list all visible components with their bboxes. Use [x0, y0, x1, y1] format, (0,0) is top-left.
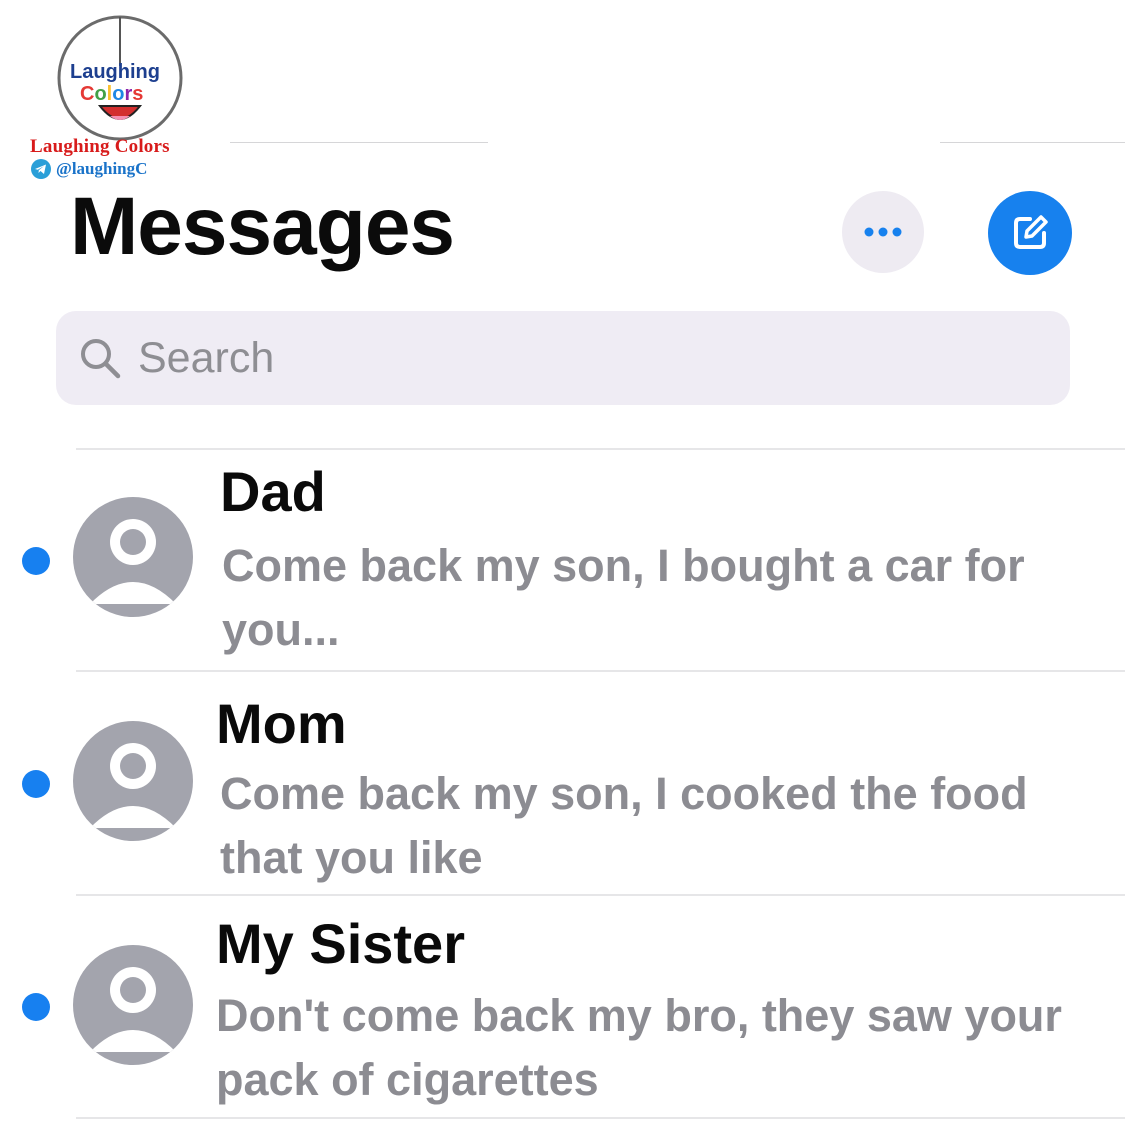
unread-indicator	[22, 993, 50, 1021]
telegram-icon	[31, 159, 51, 179]
watermark-handle-row: @laughingC	[30, 158, 147, 180]
watermark-name: Laughing Colors	[30, 136, 170, 157]
top-divider-right	[940, 142, 1125, 143]
contact-name: Dad	[220, 460, 326, 523]
message-preview: Don't come back my bro, they saw your pa…	[216, 990, 1062, 1105]
laughing-colors-logo-icon: Laughing Colors	[57, 15, 183, 141]
unread-indicator	[22, 547, 50, 575]
conversation-row-dad[interactable]: Dad Come back my son, I bought a car for…	[0, 450, 1125, 670]
compose-button[interactable]	[988, 191, 1072, 275]
contact-avatar-icon	[73, 945, 193, 1065]
conversation-row-my-sister[interactable]: My Sister Don't come back my bro, they s…	[0, 896, 1125, 1116]
svg-text:Colors: Colors	[80, 83, 143, 105]
unread-indicator	[22, 770, 50, 798]
search-input[interactable]	[138, 328, 1038, 388]
watermark-logo: Laughing Colors Laughing Colors @laughin…	[30, 12, 230, 184]
svg-text:Laughing: Laughing	[70, 61, 160, 83]
contact-avatar-icon	[73, 721, 193, 841]
watermark-handle: @laughingC	[56, 159, 148, 178]
message-preview: Come back my son, I cooked the food that…	[220, 768, 1028, 883]
contact-name: My Sister	[216, 912, 465, 975]
contact-name: Mom	[216, 692, 347, 755]
more-options-button[interactable]	[842, 191, 924, 273]
message-preview: Come back my son, I bought a car for you…	[222, 540, 1025, 655]
contact-avatar-icon	[73, 497, 193, 617]
conversation-row-mom[interactable]: Mom Come back my son, I cooked the food …	[0, 672, 1125, 894]
search-bar[interactable]	[56, 311, 1070, 405]
ellipsis-icon	[864, 227, 902, 237]
top-divider-left	[230, 142, 488, 143]
list-divider	[76, 1117, 1125, 1119]
page-title: Messages	[70, 181, 455, 272]
compose-icon	[1014, 215, 1048, 249]
search-icon	[81, 339, 121, 379]
